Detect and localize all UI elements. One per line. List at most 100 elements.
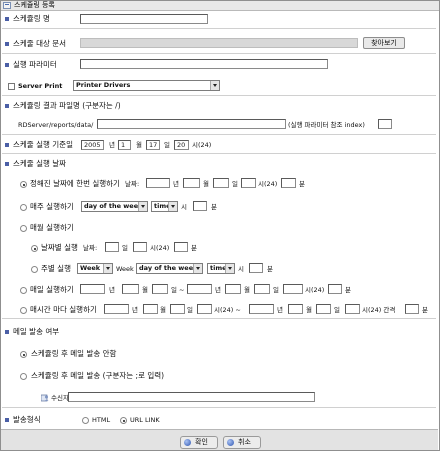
recipient-input[interactable]: [68, 392, 315, 402]
ok-icon: [184, 439, 191, 446]
html-format-radio[interactable]: [82, 417, 89, 424]
weekly-time-select[interactable]: time: [151, 201, 178, 212]
daily-start-year-input[interactable]: [80, 284, 105, 294]
cancel-button[interactable]: 취소: [223, 436, 261, 449]
unit-label: 분: [422, 306, 428, 314]
base-year-input[interactable]: 2005: [81, 140, 104, 150]
by-week-min-input[interactable]: [249, 263, 263, 273]
interval-start-month-input[interactable]: [143, 304, 158, 314]
once-hour-input[interactable]: [241, 178, 256, 188]
by-week-radio[interactable]: [31, 266, 38, 273]
unit-label: 시(24) ~: [214, 306, 241, 314]
interval-hours-input[interactable]: [345, 304, 360, 314]
interval-start-day-input[interactable]: [170, 304, 185, 314]
chevron-down-icon: [103, 264, 112, 273]
unit-label: 월: [142, 286, 148, 294]
by-week-week-value: Week: [80, 264, 101, 272]
exec-params-input[interactable]: [80, 59, 328, 69]
unit-label: 일: [334, 306, 340, 314]
title-bar: 스케쥴링 등록: [1, 1, 439, 11]
no-mail-label: 스케쥴링 후 메일 발송 안함: [31, 349, 117, 358]
unit-label: 시: [238, 265, 244, 273]
result-file-hint: (실행 파라미터 참조 index): [288, 121, 365, 129]
monthly-label: 매월 실행하기: [30, 223, 74, 232]
by-date-hour-input[interactable]: [133, 242, 147, 252]
by-date-min-input[interactable]: [174, 242, 188, 252]
browse-button[interactable]: 찾아보기: [363, 37, 405, 49]
unit-label: 월: [244, 286, 250, 294]
ok-button-label: 확인: [195, 438, 208, 446]
url-link-format-radio[interactable]: [120, 417, 127, 424]
weekly-min-input[interactable]: [193, 201, 207, 211]
result-file-input[interactable]: [97, 119, 286, 129]
unit-label: 분: [267, 265, 273, 273]
target-doc-label: 스케줄 대상 문서: [13, 39, 67, 48]
daily-label: 매일 실행하기: [30, 285, 74, 294]
unit-label: 분: [299, 180, 305, 188]
base-month-input[interactable]: 1: [118, 140, 131, 150]
printer-driver-select[interactable]: Printer Drivers: [73, 80, 220, 91]
base-hour-input[interactable]: 20: [174, 140, 189, 150]
section-bullet-icon: [5, 42, 9, 46]
weekly-radio[interactable]: [20, 204, 27, 211]
daily-end-year-input[interactable]: [187, 284, 212, 294]
interval-min-input[interactable]: [405, 304, 419, 314]
once-year-input[interactable]: [146, 178, 170, 188]
server-print-checkbox[interactable]: [8, 83, 15, 90]
no-mail-radio[interactable]: [20, 351, 27, 358]
once-radio[interactable]: [20, 181, 27, 188]
weekly-label: 매주 실행하기: [30, 202, 74, 211]
cancel-icon: [227, 439, 234, 446]
by-date-radio[interactable]: [31, 245, 38, 252]
unit-label: 분: [191, 244, 197, 252]
section-bullet-icon: [5, 162, 9, 166]
schedule-name-input[interactable]: [80, 14, 208, 24]
by-week-week-select[interactable]: Week: [77, 263, 113, 274]
interval-radio[interactable]: [20, 307, 27, 314]
year-unit: 년: [109, 141, 115, 149]
chevron-down-icon: [193, 264, 202, 273]
interval-start-year-input[interactable]: [104, 304, 129, 314]
section-bullet-icon: [5, 418, 9, 422]
weekly-dow-select[interactable]: day of the week: [81, 201, 148, 212]
by-week-dow-value: day of the week: [139, 264, 198, 272]
interval-end-year-input[interactable]: [249, 304, 274, 314]
section-bullet-icon: [5, 330, 9, 334]
daily-end-day-input[interactable]: [254, 284, 270, 294]
window-icon: [3, 2, 11, 9]
result-file-label: 스케쥴링 결과 파일명 (구분자는 /): [13, 101, 121, 110]
base-day-input[interactable]: 17: [146, 140, 160, 150]
unit-label: 년: [132, 306, 138, 314]
unit-label: 년: [109, 286, 115, 294]
printer-driver-value: Printer Drivers: [76, 81, 131, 89]
param-index-input[interactable]: [378, 119, 392, 129]
once-day-input[interactable]: [213, 178, 229, 188]
unit-label: 분: [211, 203, 217, 211]
once-month-input[interactable]: [183, 178, 200, 188]
chevron-down-icon: [210, 81, 219, 90]
by-week-time-select[interactable]: time: [207, 263, 235, 274]
unit-label: 일: [232, 180, 238, 188]
interval-end-day-input[interactable]: [316, 304, 331, 314]
daily-radio[interactable]: [20, 287, 27, 294]
send-mail-radio[interactable]: [20, 373, 27, 380]
day-unit: 일: [164, 141, 170, 149]
daily-start-day-input[interactable]: [152, 284, 168, 294]
by-date-day-input[interactable]: [105, 242, 119, 252]
interval-label: 매시간 마다 실행하기: [30, 305, 97, 314]
weekly-dow-value: day of the week: [84, 202, 143, 210]
daily-start-month-input[interactable]: [122, 284, 139, 294]
daily-hour-input[interactable]: [283, 284, 303, 294]
send-mail-label: 스케쥴링 후 메일 발송 (구분자는 ;로 입력): [31, 371, 165, 380]
by-week-dow-select[interactable]: day of the week: [136, 263, 203, 274]
interval-end-month-input[interactable]: [288, 304, 303, 314]
daily-min-input[interactable]: [328, 284, 342, 294]
daily-end-month-input[interactable]: [225, 284, 241, 294]
url-link-format-label: URL LINK: [130, 416, 160, 424]
ok-button[interactable]: 확인: [180, 436, 218, 449]
monthly-radio[interactable]: [20, 225, 27, 232]
section-bullet-icon: [5, 17, 9, 21]
once-min-input[interactable]: [281, 178, 296, 188]
unit-label: 년: [173, 180, 179, 188]
interval-start-hour-input[interactable]: [197, 304, 212, 314]
